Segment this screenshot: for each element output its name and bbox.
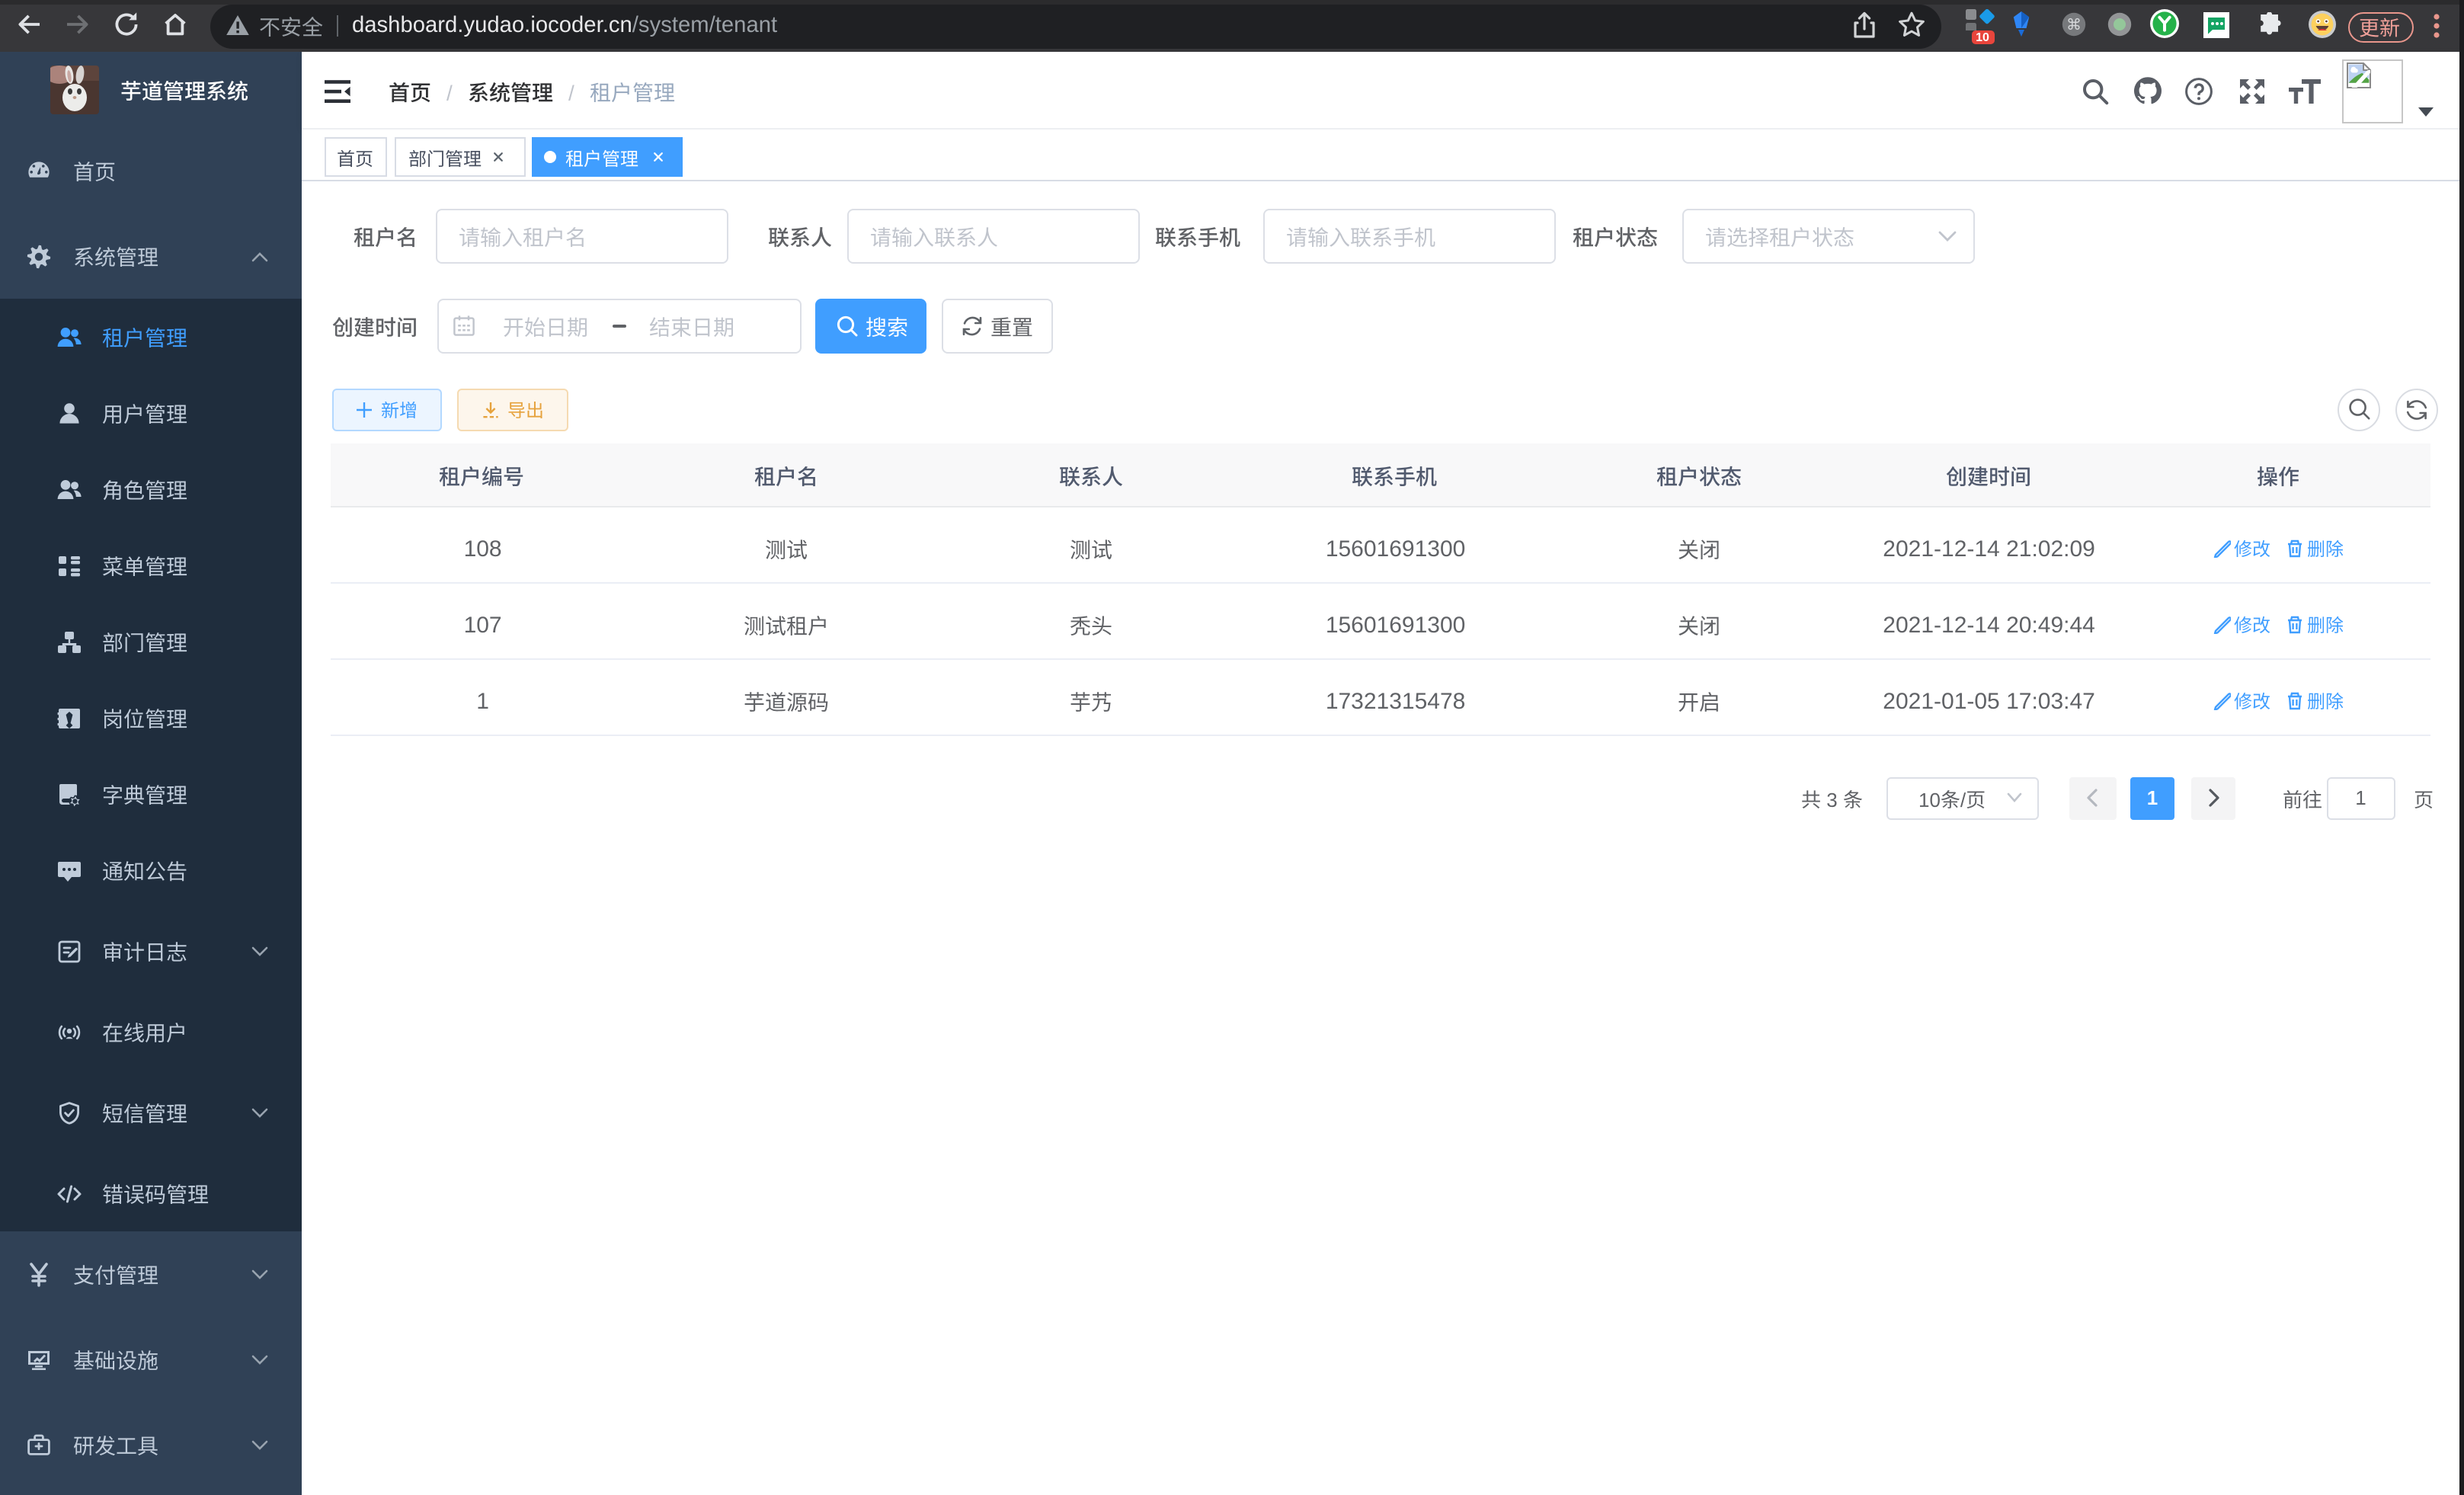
svg-text:⌘: ⌘	[2066, 17, 2082, 34]
